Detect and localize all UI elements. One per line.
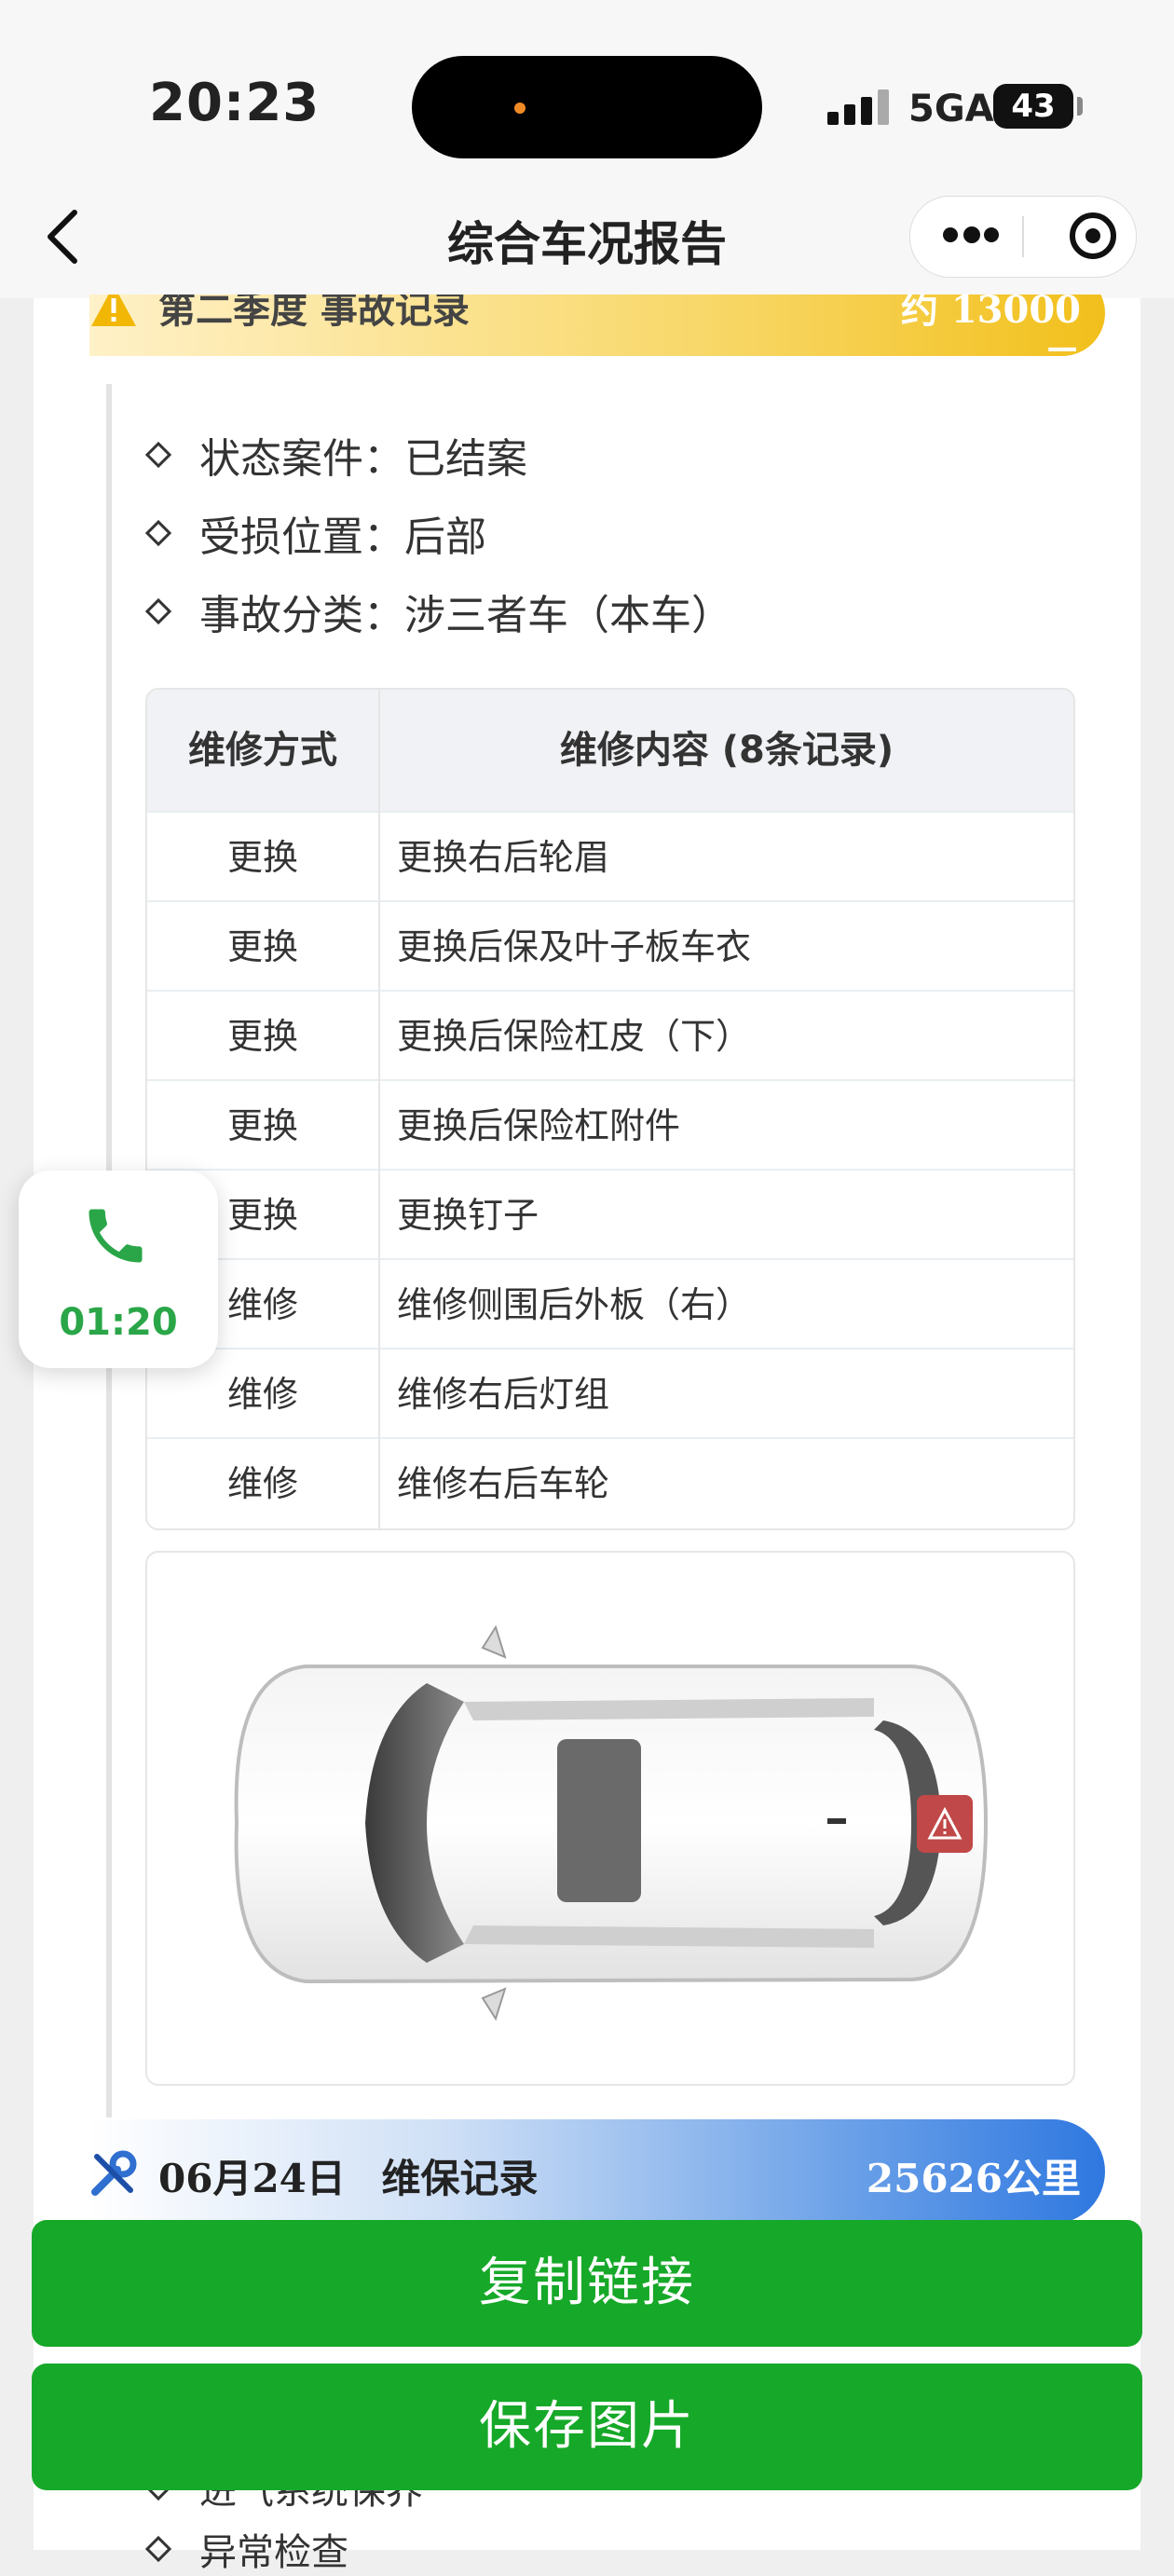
- info-label: 受损位置：: [199, 514, 404, 561]
- diamond-bullet-icon: [144, 2535, 172, 2563]
- info-label: 状态案件：: [199, 435, 404, 483]
- diamond-bullet-icon: [144, 597, 172, 625]
- row-content: 更换钉子: [397, 1195, 539, 1236]
- row-content: 更换后保险杠皮（下）: [397, 1016, 752, 1057]
- row-content: 维修右后车轮: [397, 1463, 610, 1504]
- maintenance-label: 维保记录: [381, 2156, 539, 2201]
- table-row: 更换 更换后保险杠附件: [147, 1079, 1073, 1171]
- repair-table: 维修方式 维修内容 (8条记录) 更换 更换右后轮眉 更换 更换后保及叶子板车衣…: [145, 688, 1075, 1530]
- page-title-overlay: 综合车况报告: [447, 217, 727, 271]
- car-damage-diagram: [145, 1551, 1075, 2086]
- status-time: 20:23: [149, 73, 321, 133]
- capsule-divider-overlay: [1022, 216, 1024, 257]
- diamond-bullet-icon: [144, 441, 172, 469]
- table-header: 维修方式 维修内容 (8条记录): [147, 690, 1073, 811]
- table-row: 维修 维修右后车轮: [147, 1437, 1073, 1528]
- phone-icon[interactable]: [80, 1200, 151, 1271]
- table-row: 更换 更换钉子: [147, 1169, 1073, 1260]
- info-value: 已结案: [404, 435, 527, 483]
- column-divider: [378, 690, 380, 1528]
- info-value: 涉三者车（本车）: [404, 592, 732, 639]
- table-row: 维修 维修侧围后外板（右）: [147, 1258, 1073, 1350]
- back-arrow-icon-overlay[interactable]: [37, 205, 89, 268]
- maintenance-item-label: 异常检查: [199, 2531, 348, 2574]
- row-content: 维修侧围后外板（右）: [397, 1284, 752, 1325]
- diamond-bullet-icon: [144, 519, 172, 547]
- wrench-screwdriver-icon: [91, 2150, 137, 2196]
- table-row: 维修 维修右后灯组: [147, 1348, 1073, 1439]
- save-image-button[interactable]: 保存图片: [32, 2364, 1142, 2490]
- call-duration: 01:20: [59, 1301, 178, 1344]
- row-method: 更换: [226, 837, 298, 878]
- maintenance-title: 06月24日 维保记录: [158, 2147, 539, 2204]
- row-content: 更换右后轮眉: [397, 837, 610, 878]
- table-row: 更换 更换后保及叶子板车衣: [147, 900, 1073, 992]
- table-row: 更换 更换后保险杠皮（下）: [147, 990, 1073, 1081]
- battery-icon: 43: [993, 84, 1073, 129]
- info-row-location: 受损位置： 后部: [144, 503, 486, 563]
- row-content: 更换后保险杠附件: [397, 1105, 681, 1146]
- copy-link-button[interactable]: 复制链接: [32, 2220, 1142, 2347]
- network-type: 5GA: [908, 88, 994, 130]
- row-method: 更换: [226, 1016, 298, 1057]
- maintenance-item: 异常检查: [144, 2522, 348, 2576]
- row-content: 维修右后灯组: [397, 1374, 610, 1415]
- signal-icon: [827, 88, 893, 125]
- header-method: 维修方式: [188, 729, 337, 772]
- info-row-category: 事故分类： 涉三者车（本车）: [144, 582, 732, 641]
- info-label: 事故分类：: [199, 592, 404, 639]
- table-row: 更换 更换右后轮眉: [147, 811, 1073, 902]
- privacy-indicator-icon: [514, 103, 526, 114]
- battery-tip: [1077, 97, 1083, 116]
- info-value: 后部: [404, 514, 486, 561]
- damage-marker-icon[interactable]: [917, 1795, 973, 1853]
- close-target-icon-overlay[interactable]: [1070, 212, 1116, 259]
- dynamic-island: [412, 56, 762, 158]
- row-method: 维修: [226, 1463, 298, 1504]
- row-content: 更换后保及叶子板车衣: [397, 926, 752, 967]
- row-method: 更换: [226, 1105, 298, 1146]
- maintenance-mileage: 25626公里: [866, 2156, 1081, 2201]
- accident-amount: 约 13000元: [900, 288, 1081, 386]
- info-row-status: 状态案件： 已结案: [144, 425, 527, 485]
- row-method: 更换: [226, 926, 298, 967]
- more-icon-overlay[interactable]: [943, 226, 999, 246]
- maintenance-date: 06月24日: [158, 2156, 346, 2201]
- header-content: 维修内容 (8条记录): [559, 729, 894, 772]
